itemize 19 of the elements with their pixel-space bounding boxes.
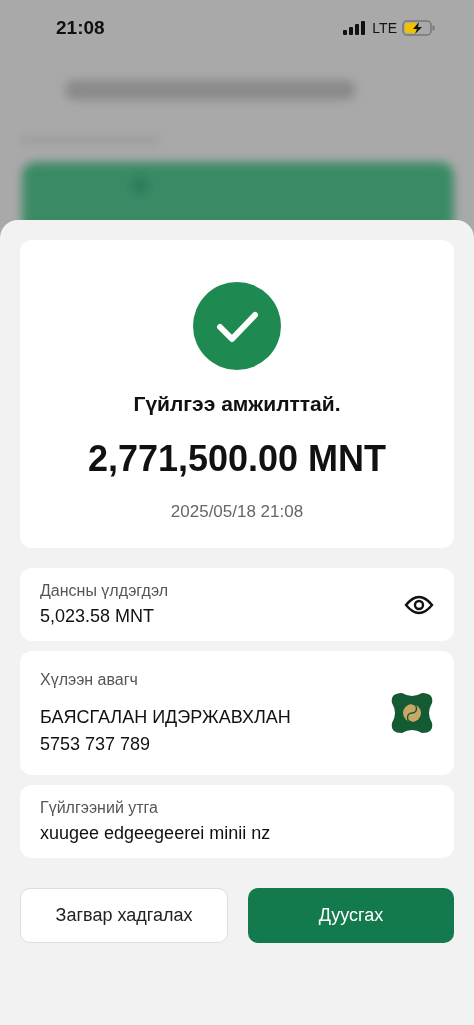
- eye-icon[interactable]: [404, 594, 434, 615]
- battery-charging-icon: [402, 20, 436, 36]
- detail-label: Гүйлгээний утга: [40, 799, 159, 817]
- detail-value: xuugee edgeegeerei minii nz: [40, 823, 271, 844]
- signal-icon: [343, 21, 368, 35]
- amount-text: 2,771,500.00 MNT: [87, 438, 387, 480]
- save-template-button[interactable]: Загвар хадгалах: [20, 888, 228, 943]
- success-title: Гүйлгээ амжилттай.: [133, 392, 341, 416]
- finish-button[interactable]: Дуусгах: [248, 888, 454, 943]
- detail-value: 5753 737 789: [40, 734, 152, 755]
- checkmark-icon: [193, 282, 281, 370]
- detail-value: БАЯСГАЛАН ИДЭРЖАВХЛАН: [40, 707, 291, 728]
- date-time: 2025/05/18 21:08: [170, 502, 304, 522]
- bank-logo-icon: [390, 691, 434, 735]
- detail-value: 5,023.58 MNT: [40, 606, 156, 627]
- detail-label: Дансны үлдэгдэл: [40, 582, 169, 600]
- detail-label: Хүлээн авагч: [40, 671, 139, 689]
- status-time: 21:08: [56, 17, 105, 39]
- network-label: LTE: [372, 20, 397, 36]
